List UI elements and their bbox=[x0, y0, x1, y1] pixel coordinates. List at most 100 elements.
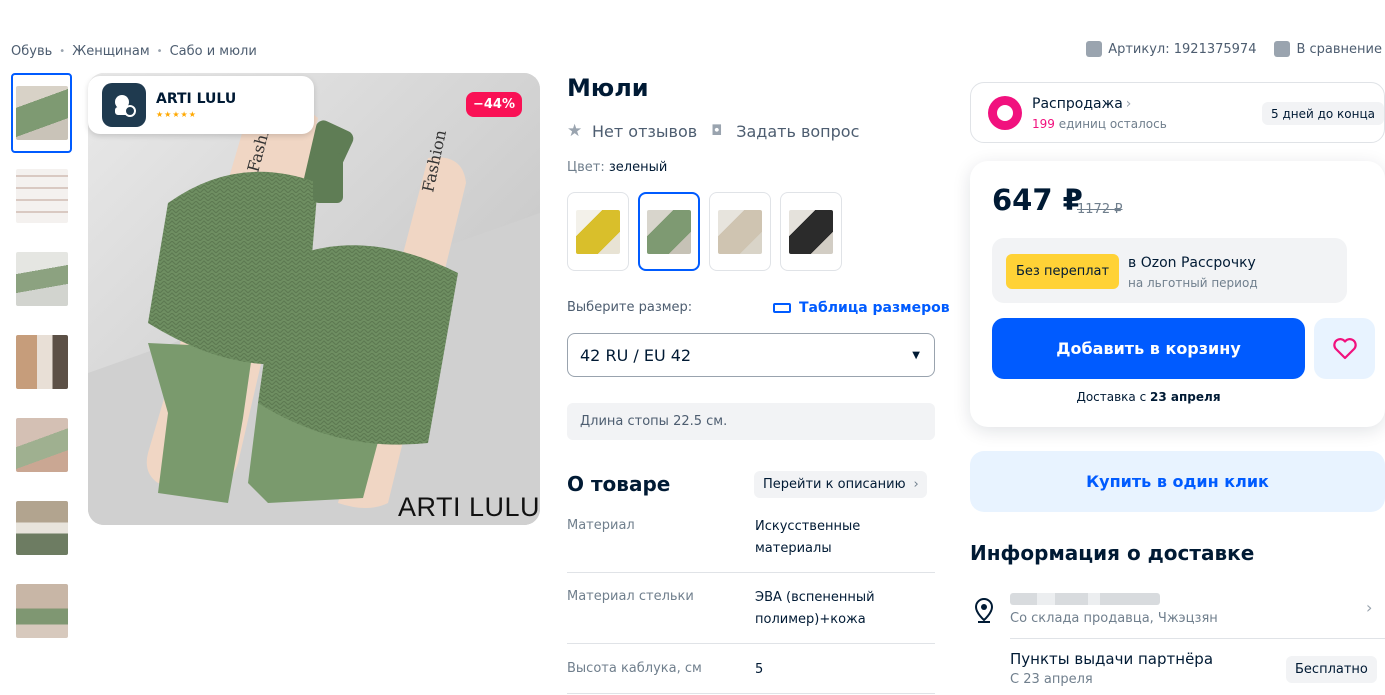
to-description-label: Перейти к описанию bbox=[763, 477, 906, 492]
thumbnail-image bbox=[15, 584, 68, 638]
sandal-illustration: Fashion Fashion bbox=[88, 73, 540, 525]
breadcrumb-separator: • bbox=[156, 45, 163, 57]
breadcrumb: Обувь • Женщинам • Сабо и мюли bbox=[11, 42, 257, 60]
color-swatch-black[interactable] bbox=[780, 192, 842, 271]
brand-card[interactable]: ARTI LULU ★★★★★ bbox=[88, 76, 314, 134]
sale-remaining: 199 единиц осталось bbox=[1032, 117, 1167, 131]
installment-subtitle: на льготный период bbox=[1128, 276, 1258, 290]
discount-badge: −44% bbox=[466, 92, 522, 117]
thumbnail[interactable] bbox=[11, 488, 72, 568]
product-main-image[interactable]: Fashion Fashion bbox=[88, 73, 540, 525]
thumbnail-image bbox=[15, 335, 68, 389]
spec-row: Материал Искусственные материалы bbox=[567, 516, 935, 573]
breadcrumb-item-clogs[interactable]: Сабо и мюли bbox=[170, 44, 257, 59]
size-table-link[interactable]: Таблица размеров bbox=[773, 300, 950, 316]
breadcrumb-item-women[interactable]: Женщинам bbox=[72, 44, 149, 59]
foot-length-note: Длина стопы 22.5 см. bbox=[567, 403, 935, 440]
color-swatch-green[interactable] bbox=[638, 192, 700, 271]
spec-value: 5 bbox=[755, 662, 764, 677]
location-pin-icon bbox=[974, 598, 994, 623]
color-line: Цвет: зеленый bbox=[567, 160, 667, 175]
rating-stars: ★★★★★ bbox=[156, 110, 197, 119]
size-table-label: Таблица размеров bbox=[799, 300, 950, 316]
thumbnail[interactable] bbox=[11, 73, 72, 153]
chevron-right-icon: › bbox=[913, 477, 919, 492]
pickup-price-badge: Бесплатно bbox=[1286, 656, 1377, 683]
divider bbox=[1010, 638, 1385, 639]
ask-question-link[interactable]: ◘ Задать вопрос bbox=[711, 122, 859, 141]
delivery-info-title: Информация о доставке bbox=[970, 541, 1255, 565]
swatch-image bbox=[647, 209, 691, 254]
installment-title: в Ozon Рассрочку bbox=[1128, 255, 1256, 271]
image-watermark: ARTI LULU bbox=[398, 492, 541, 522]
spec-value: Искусственные материалы bbox=[755, 519, 861, 556]
spec-key: Материал bbox=[567, 518, 635, 533]
sale-title: Распродажа › bbox=[1032, 96, 1131, 112]
thumbnail-image bbox=[15, 86, 68, 140]
color-value: зеленый bbox=[608, 160, 668, 175]
pickup-date: С 23 апреля bbox=[1010, 672, 1093, 687]
size-selected-value: 42 RU / EU 42 bbox=[580, 345, 692, 365]
delivery-date-value: 23 апреля bbox=[1150, 390, 1221, 404]
add-to-cart-button[interactable]: Добавить в корзину bbox=[992, 318, 1305, 379]
buy-one-click-button[interactable]: Купить в один клик bbox=[970, 451, 1385, 512]
article-number[interactable]: Артикул: 1921375974 bbox=[1086, 41, 1256, 57]
color-swatch-yellow[interactable] bbox=[567, 192, 629, 271]
question-chat-icon: ◘ bbox=[711, 123, 723, 139]
favorite-button[interactable] bbox=[1314, 318, 1375, 379]
spec-row: Высота каблука, см 5 bbox=[567, 659, 935, 694]
size-select[interactable]: 42 RU / EU 42 ▼ bbox=[567, 333, 935, 377]
chevron-right-icon: › bbox=[1125, 96, 1132, 112]
thumbnail-image bbox=[15, 418, 68, 472]
chevron-right-icon[interactable]: › bbox=[1366, 598, 1372, 617]
blurred-address[interactable] bbox=[1010, 593, 1160, 605]
swatch-image bbox=[576, 209, 620, 254]
brand-logo-icon bbox=[102, 83, 146, 127]
delivery-date: Доставка с 23 апреля bbox=[992, 390, 1305, 404]
thumbnail-image bbox=[15, 169, 68, 223]
thumbnail[interactable] bbox=[11, 156, 72, 236]
swatch-image bbox=[718, 209, 762, 254]
ruler-icon bbox=[773, 303, 791, 313]
color-swatch-beige[interactable] bbox=[709, 192, 771, 271]
reviews-label: Нет отзывов bbox=[592, 122, 698, 141]
top-actions: Артикул: 1921375974 В сравнение bbox=[1076, 41, 1382, 57]
about-title: О товаре bbox=[567, 472, 671, 496]
color-label: Цвет: bbox=[567, 160, 605, 175]
swatch-image bbox=[789, 209, 833, 254]
days-left-badge: 5 дней до конца bbox=[1262, 102, 1384, 125]
from-store-text: Со склада продавца, Чжэцзян bbox=[1010, 611, 1218, 626]
compare-button[interactable]: В сравнение bbox=[1274, 41, 1382, 57]
ask-label: Задать вопрос bbox=[736, 122, 860, 141]
caret-down-icon: ▼ bbox=[912, 349, 920, 361]
sale-title-text: Распродажа bbox=[1032, 96, 1123, 112]
reviews-row: ★ Нет отзывов ◘ Задать вопрос bbox=[567, 122, 873, 141]
pickup-title[interactable]: Пункты выдачи партнёра bbox=[1010, 650, 1213, 668]
spec-value: ЭВА (вспененный полимер)+кожа bbox=[755, 590, 875, 627]
spec-row: Материал стельки ЭВА (вспененный полимер… bbox=[567, 587, 935, 644]
thumbnail-image bbox=[15, 252, 68, 306]
thumbnail[interactable] bbox=[11, 405, 72, 485]
size-label: Выберите размер: bbox=[567, 300, 693, 315]
thumbnail-list bbox=[11, 73, 72, 654]
reviews-link[interactable]: ★ Нет отзывов bbox=[567, 122, 697, 141]
compare-icon bbox=[1274, 41, 1291, 57]
star-icon: ★ bbox=[567, 121, 583, 141]
to-description-button[interactable]: Перейти к описанию › bbox=[754, 471, 927, 498]
color-swatches bbox=[567, 192, 842, 271]
breadcrumb-item-shoes[interactable]: Обувь bbox=[11, 44, 52, 59]
compare-label: В сравнение bbox=[1296, 41, 1382, 57]
spec-key: Высота каблука, см bbox=[567, 661, 702, 676]
current-price: 647 ₽ bbox=[992, 183, 1083, 217]
thumbnail[interactable] bbox=[11, 322, 72, 402]
sale-remaining-text: единиц осталось bbox=[1058, 117, 1167, 131]
sale-remaining-count: 199 bbox=[1032, 117, 1055, 131]
thumbnail[interactable] bbox=[11, 571, 72, 651]
thumbnail-image bbox=[15, 501, 68, 555]
breadcrumb-separator: • bbox=[59, 45, 66, 57]
copy-icon bbox=[1086, 41, 1103, 57]
no-overpay-badge: Без переплат bbox=[1006, 254, 1120, 289]
thumbnail[interactable] bbox=[11, 239, 72, 319]
heart-icon bbox=[1332, 337, 1357, 359]
product-title: Мюли bbox=[567, 74, 649, 102]
